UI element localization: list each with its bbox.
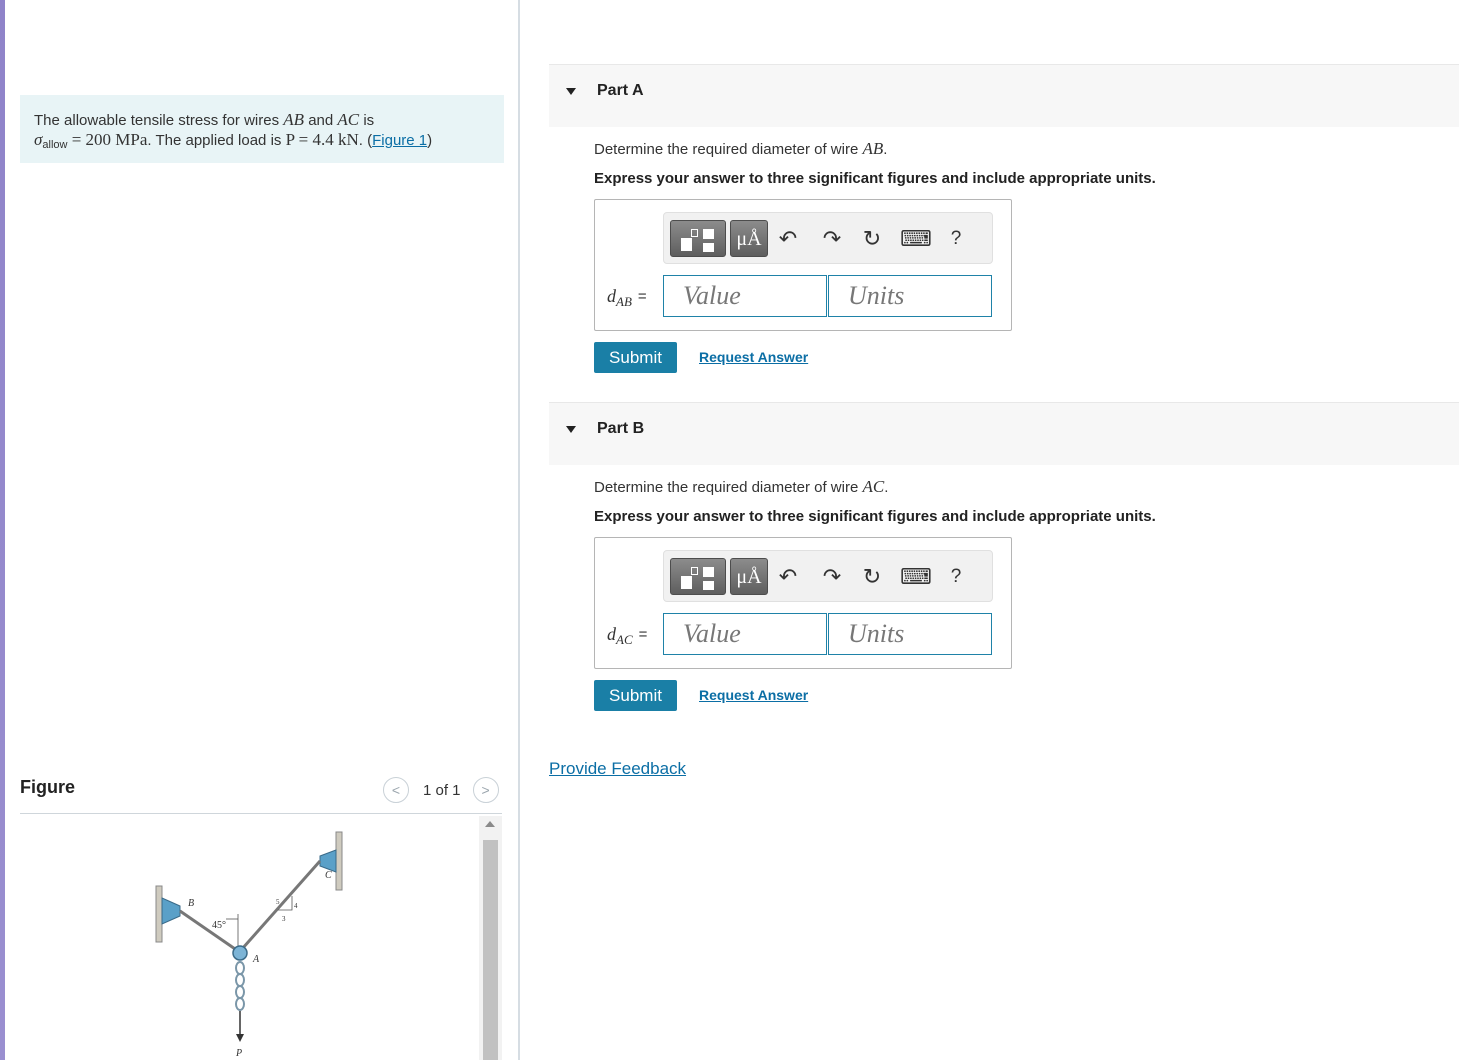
label-slope-5: 5 [276, 898, 280, 906]
part-b-value-input[interactable]: Value [663, 613, 827, 655]
part-a-submit-button[interactable]: Submit [594, 342, 677, 373]
label-p: P [235, 1048, 242, 1059]
part-a-question-var: AB [862, 139, 884, 158]
part-a-label: Part A [597, 82, 644, 99]
part-b-var-eq: = [638, 626, 648, 643]
scroll-thumb[interactable] [483, 840, 498, 1060]
part-a-question-end: . [883, 141, 888, 158]
reset-icon[interactable]: ↻ [858, 563, 886, 591]
part-a-var-sub: AB [616, 294, 632, 309]
label-slope-4: 4 [294, 902, 298, 910]
part-b-submit-button[interactable]: Submit [594, 680, 677, 711]
part-b-question: Determine the required diameter of wire … [594, 477, 888, 497]
allowable-stress: = 200 MPa [67, 130, 148, 149]
problem-load-text: . The applied load is [147, 132, 286, 149]
figure-page-count: 1 of 1 [423, 781, 461, 799]
problem-paren-close: ) [427, 132, 433, 149]
part-b-question-text: Determine the required diameter of wire [594, 479, 863, 496]
figure-next-button[interactable]: > [472, 777, 499, 803]
part-a-instruction: Express your answer to three significant… [594, 170, 1156, 187]
part-b-variable-label: dAC = [607, 624, 648, 647]
part-b-question-end: . [884, 479, 889, 496]
problem-text: The allowable tensile stress for wires [34, 112, 284, 129]
templates-button[interactable] [670, 220, 726, 257]
keyboard-icon[interactable]: ⌨ [900, 563, 932, 591]
reset-icon[interactable]: ↻ [858, 225, 886, 253]
provide-feedback-link[interactable]: Provide Feedback [549, 759, 686, 779]
label-slope-3: 3 [282, 915, 286, 923]
label-a: A [252, 954, 260, 965]
figure-scrollbar[interactable] [479, 816, 502, 1060]
part-a-answer-box: μÅ ↶ ↷ ↻ ⌨ ? dAB = Value Units [594, 199, 1012, 331]
part-a-request-answer-link[interactable]: Request Answer [699, 349, 808, 365]
part-b-units-input[interactable]: Units [828, 613, 992, 655]
figure-divider [20, 813, 502, 814]
label-angle: 45° [212, 920, 226, 931]
part-a-value-input[interactable]: Value [663, 275, 827, 317]
part-a-question-text: Determine the required diameter of wire [594, 141, 863, 158]
problem-and: and [304, 112, 338, 129]
keyboard-icon[interactable]: ⌨ [900, 225, 932, 253]
applied-load: P = 4.4 kN [285, 130, 359, 149]
part-a-header[interactable]: Part A [549, 64, 1459, 127]
part-a-var-main: d [607, 286, 616, 306]
part-b-request-answer-link[interactable]: Request Answer [699, 687, 808, 703]
part-b-answer-box: μÅ ↶ ↷ ↻ ⌨ ? dAC = Value Units [594, 537, 1012, 669]
units-button[interactable]: μÅ [730, 220, 768, 257]
label-b: B [188, 898, 194, 909]
help-icon[interactable]: ? [942, 563, 970, 591]
undo-icon[interactable]: ↶ [774, 225, 802, 253]
label-c: C [325, 870, 332, 881]
part-a-question: Determine the required diameter of wire … [594, 139, 887, 159]
templates-button[interactable] [670, 558, 726, 595]
part-a-units-input[interactable]: Units [828, 275, 992, 317]
figure-prev-button[interactable]: < [383, 777, 409, 803]
wire-ac: AC [337, 110, 360, 129]
math-toolbar: μÅ ↶ ↷ ↻ ⌨ ? [663, 212, 993, 264]
panel-divider [518, 0, 520, 1060]
problem-paren-open: . ( [358, 132, 373, 149]
figure-image: B C A P 45° 5 4 3 [20, 816, 480, 1060]
problem-is: is [359, 112, 375, 129]
redo-icon[interactable]: ↷ [818, 225, 846, 253]
left-panel: The allowable tensile stress for wires A… [5, 0, 518, 1060]
part-b-label: Part B [597, 420, 645, 437]
problem-statement: The allowable tensile stress for wires A… [20, 95, 504, 163]
figure-title: Figure [20, 777, 76, 797]
part-b-var-main: d [607, 624, 616, 644]
part-b-question-var: AC [862, 477, 885, 496]
help-icon[interactable]: ? [942, 225, 970, 253]
part-b-var-sub: AC [616, 632, 633, 647]
part-b-instruction: Express your answer to three significant… [594, 508, 1156, 525]
wire-ab: AB [283, 110, 305, 129]
wire-diagram: B C A P 45° 5 4 3 [155, 831, 343, 1059]
collapse-triangle-icon[interactable] [566, 88, 576, 95]
part-a-variable-label: dAB = [607, 286, 647, 309]
figure-pager: < 1 of 1 > [383, 777, 499, 803]
sigma-subscript: allow [42, 139, 68, 151]
redo-icon[interactable]: ↷ [818, 563, 846, 591]
part-b-header[interactable]: Part B [549, 402, 1459, 465]
part-a-var-eq: = [637, 288, 647, 305]
math-toolbar: μÅ ↶ ↷ ↻ ⌨ ? [663, 550, 993, 602]
scroll-up-arrow-icon[interactable] [485, 821, 495, 827]
undo-icon[interactable]: ↶ [774, 563, 802, 591]
units-button[interactable]: μÅ [730, 558, 768, 595]
collapse-triangle-icon[interactable] [566, 426, 576, 433]
figure-link[interactable]: Figure 1 [372, 132, 427, 149]
